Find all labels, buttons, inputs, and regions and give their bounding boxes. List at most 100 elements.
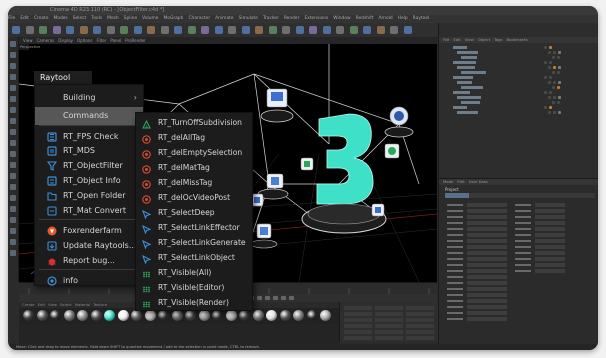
material-swatch[interactable]	[320, 310, 331, 321]
menu-item[interactable]: Window	[333, 16, 350, 21]
object-row[interactable]	[453, 111, 598, 115]
object-manager-menu-item[interactable]: Object	[478, 37, 490, 42]
field-input[interactable]	[467, 209, 507, 213]
transport-button[interactable]	[273, 296, 278, 300]
toolbar-tool-icon[interactable]	[295, 26, 304, 34]
toolbar-tool-icon[interactable]	[336, 26, 344, 34]
viewport-menu-item[interactable]: Panel	[110, 38, 121, 43]
coordinate-field[interactable]	[375, 330, 403, 334]
menu-item[interactable]: Tracker	[263, 16, 279, 21]
material-swatch[interactable]	[252, 310, 264, 321]
toolbar-tool-icon[interactable]	[241, 26, 250, 34]
object-row[interactable]	[457, 71, 598, 75]
toolbar-tool-icon[interactable]	[25, 26, 34, 34]
raytool-menu-item-commands[interactable]: Commands›	[35, 107, 143, 125]
coordinate-field[interactable]	[344, 336, 372, 340]
material-swatch[interactable]	[36, 310, 48, 321]
left-tool-icon[interactable]	[10, 184, 16, 190]
attribute-menu-item[interactable]: User Data	[469, 179, 488, 184]
raytool-command-rt-turnoffsubdivision[interactable]: RT_TurnOffSubdivision	[136, 115, 252, 131]
object-tag-icon[interactable]	[553, 66, 556, 69]
field-input[interactable]	[467, 215, 507, 219]
object-tag-icon[interactable]	[552, 56, 555, 59]
toolbar-tool-icon[interactable]	[160, 26, 169, 34]
left-tool-icon[interactable]	[10, 129, 16, 135]
material-swatch[interactable]	[77, 310, 88, 321]
viewport-menu-item[interactable]: ProRender	[125, 38, 146, 43]
material-swatch[interactable]	[117, 310, 129, 321]
transport-button[interactable]	[265, 296, 270, 300]
menu-item[interactable]: Tools	[91, 16, 102, 21]
menu-item[interactable]: File	[8, 16, 15, 21]
object-tag-icon[interactable]	[557, 86, 560, 89]
field-input[interactable]	[467, 305, 507, 309]
field-input[interactable]	[467, 293, 507, 297]
field-input[interactable]	[535, 221, 565, 225]
material-swatch[interactable]	[171, 310, 183, 321]
toolbar-tool-icon[interactable]	[363, 26, 371, 34]
material-swatch[interactable]	[144, 310, 156, 321]
material-swatch[interactable]	[131, 310, 142, 321]
coordinate-field[interactable]	[406, 312, 434, 316]
menu-item[interactable]: Raytool	[413, 16, 430, 21]
raytool-command-rt-selectdeep[interactable]: RT_SelectDeep	[136, 205, 252, 221]
object-tag-icon[interactable]	[552, 86, 555, 89]
object-tag-icon[interactable]	[549, 106, 552, 109]
raytool-command-rt-visible-editor[interactable]: RT_Visible(Editor)	[136, 280, 252, 296]
toolbar-tool-icon[interactable]	[376, 26, 385, 34]
toolbar-tool-icon[interactable]	[201, 26, 209, 34]
left-tool-icon[interactable]	[10, 63, 16, 69]
field-input[interactable]	[467, 299, 507, 303]
object-tag-icon[interactable]	[558, 111, 561, 114]
menu-item[interactable]: Mesh	[107, 16, 119, 21]
material-swatch[interactable]	[158, 310, 169, 321]
object-row[interactable]	[457, 101, 598, 105]
raytool-menu-header[interactable]: Raytool	[34, 71, 92, 84]
material-swatch[interactable]	[50, 310, 61, 321]
object-tag-icon[interactable]	[553, 96, 556, 99]
material-menu-item[interactable]: Create	[22, 302, 35, 307]
coordinate-field[interactable]	[344, 318, 372, 322]
field-input[interactable]	[467, 287, 507, 291]
toolbar-tool-icon[interactable]	[282, 26, 290, 34]
object-tag-icon[interactable]	[544, 91, 547, 94]
object-tag-icon[interactable]	[548, 81, 551, 84]
coordinate-field[interactable]	[406, 330, 434, 334]
object-tag-icon[interactable]	[558, 96, 561, 99]
toolbar-tool-icon[interactable]	[93, 26, 101, 34]
raytool-menu-item-rt-fps-check[interactable]: RT_FPS Check	[35, 129, 143, 144]
object-tag-icon[interactable]	[558, 81, 561, 84]
field-input[interactable]	[467, 257, 507, 261]
toolbar-tool-icon[interactable]	[309, 26, 317, 34]
menu-item[interactable]: Redshift	[356, 16, 374, 21]
left-tool-icon[interactable]	[10, 239, 16, 245]
attribute-tabs[interactable]	[445, 193, 595, 198]
toolbar-tool-icon[interactable]	[120, 26, 128, 34]
coordinate-field[interactable]	[406, 318, 434, 322]
object-row[interactable]	[457, 56, 598, 60]
object-row[interactable]	[453, 81, 598, 85]
raytool-menu-item-rt-mat-convert[interactable]: RT_Mat Convert	[35, 203, 143, 218]
transport-button[interactable]	[281, 296, 286, 300]
coordinate-field[interactable]	[344, 306, 372, 310]
raytool-menu-item-report-bug[interactable]: Report bug...	[35, 253, 143, 268]
coordinate-field[interactable]	[375, 318, 403, 322]
material-swatch[interactable]	[293, 310, 304, 321]
menu-item[interactable]: Animate	[215, 16, 233, 21]
menu-item[interactable]: Arnold	[378, 16, 392, 21]
toolbar-tool-icon[interactable]	[174, 26, 182, 34]
object-tag-icon[interactable]	[553, 81, 556, 84]
object-tag-icon[interactable]	[552, 101, 555, 104]
left-tool-icon[interactable]	[10, 52, 16, 58]
field-input[interactable]	[467, 281, 507, 285]
coordinate-field[interactable]	[375, 312, 403, 316]
left-tool-icon[interactable]	[10, 162, 16, 168]
object-manager-menu-item[interactable]: File	[443, 37, 449, 42]
left-tool-icon[interactable]	[10, 151, 16, 157]
material-swatch[interactable]	[239, 310, 250, 321]
object-tag-icon[interactable]	[557, 71, 560, 74]
menu-item[interactable]: Extensions	[304, 16, 328, 21]
toolbar-tool-icon[interactable]	[228, 26, 236, 34]
object-tag-icon[interactable]	[552, 71, 555, 74]
menu-item[interactable]: Select	[73, 16, 87, 21]
